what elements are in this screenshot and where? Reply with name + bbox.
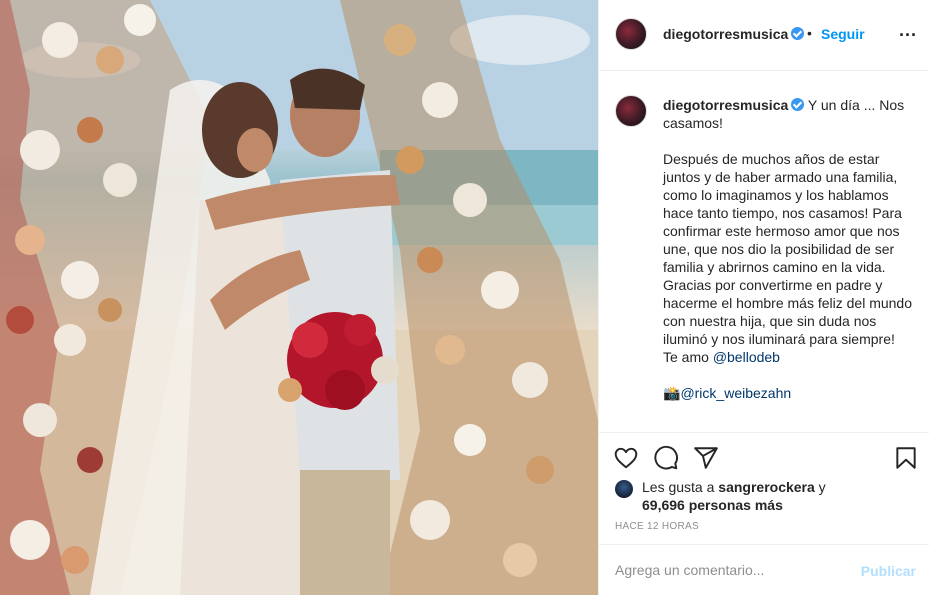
caption-love-line: Te amo @bellodeb (663, 349, 780, 365)
action-bar (599, 432, 929, 480)
separator-dot: • (807, 25, 812, 41)
more-options-icon[interactable]: ... (899, 20, 917, 41)
post-header: diegotorresmusica • Seguir ... (599, 0, 929, 71)
caption-body: Después de muchos años de estar juntos y… (663, 151, 913, 347)
author-avatar[interactable] (615, 18, 647, 50)
post-photo[interactable] (0, 0, 598, 595)
camera-emoji-icon: 📸 (663, 385, 681, 401)
verified-badge-icon (791, 27, 805, 40)
liker-username[interactable]: sangrerockera (718, 479, 815, 495)
photo-credit-line: 📸@rick_weibezahn (663, 384, 918, 402)
caption-username[interactable]: diegotorresmusica (663, 97, 805, 113)
heart-icon[interactable] (613, 445, 639, 471)
comment-bar: Publicar (599, 544, 929, 595)
caption-section: diegotorresmusica Y un día ... Nos casam… (599, 72, 929, 432)
caption-avatar[interactable] (615, 95, 647, 127)
comment-icon[interactable] (653, 445, 679, 471)
verified-badge-icon (791, 98, 805, 111)
post-timestamp[interactable]: HACE 12 HORAS (615, 521, 699, 532)
photo-credit-link[interactable]: @rick_weibezahn (680, 385, 791, 401)
post-sidebar: diegotorresmusica • Seguir ... diegotorr… (598, 0, 929, 595)
likes-text: Les gusta a sangrerockera y 69,696 perso… (642, 479, 826, 513)
comment-input[interactable] (615, 559, 845, 581)
author-username[interactable]: diegotorresmusica (663, 26, 805, 42)
follow-button[interactable]: Seguir (821, 26, 865, 42)
likes-count[interactable]: 69,696 personas más (642, 497, 783, 513)
caption-text: diegotorresmusica Y un día ... Nos casam… (663, 96, 918, 402)
mention-link[interactable]: @bellodeb (713, 349, 780, 365)
wedding-photo-illustration (0, 0, 598, 595)
share-icon[interactable] (693, 445, 719, 471)
bookmark-icon[interactable] (893, 445, 919, 471)
publish-button[interactable]: Publicar (861, 563, 916, 579)
liker-avatar[interactable] (615, 480, 633, 498)
